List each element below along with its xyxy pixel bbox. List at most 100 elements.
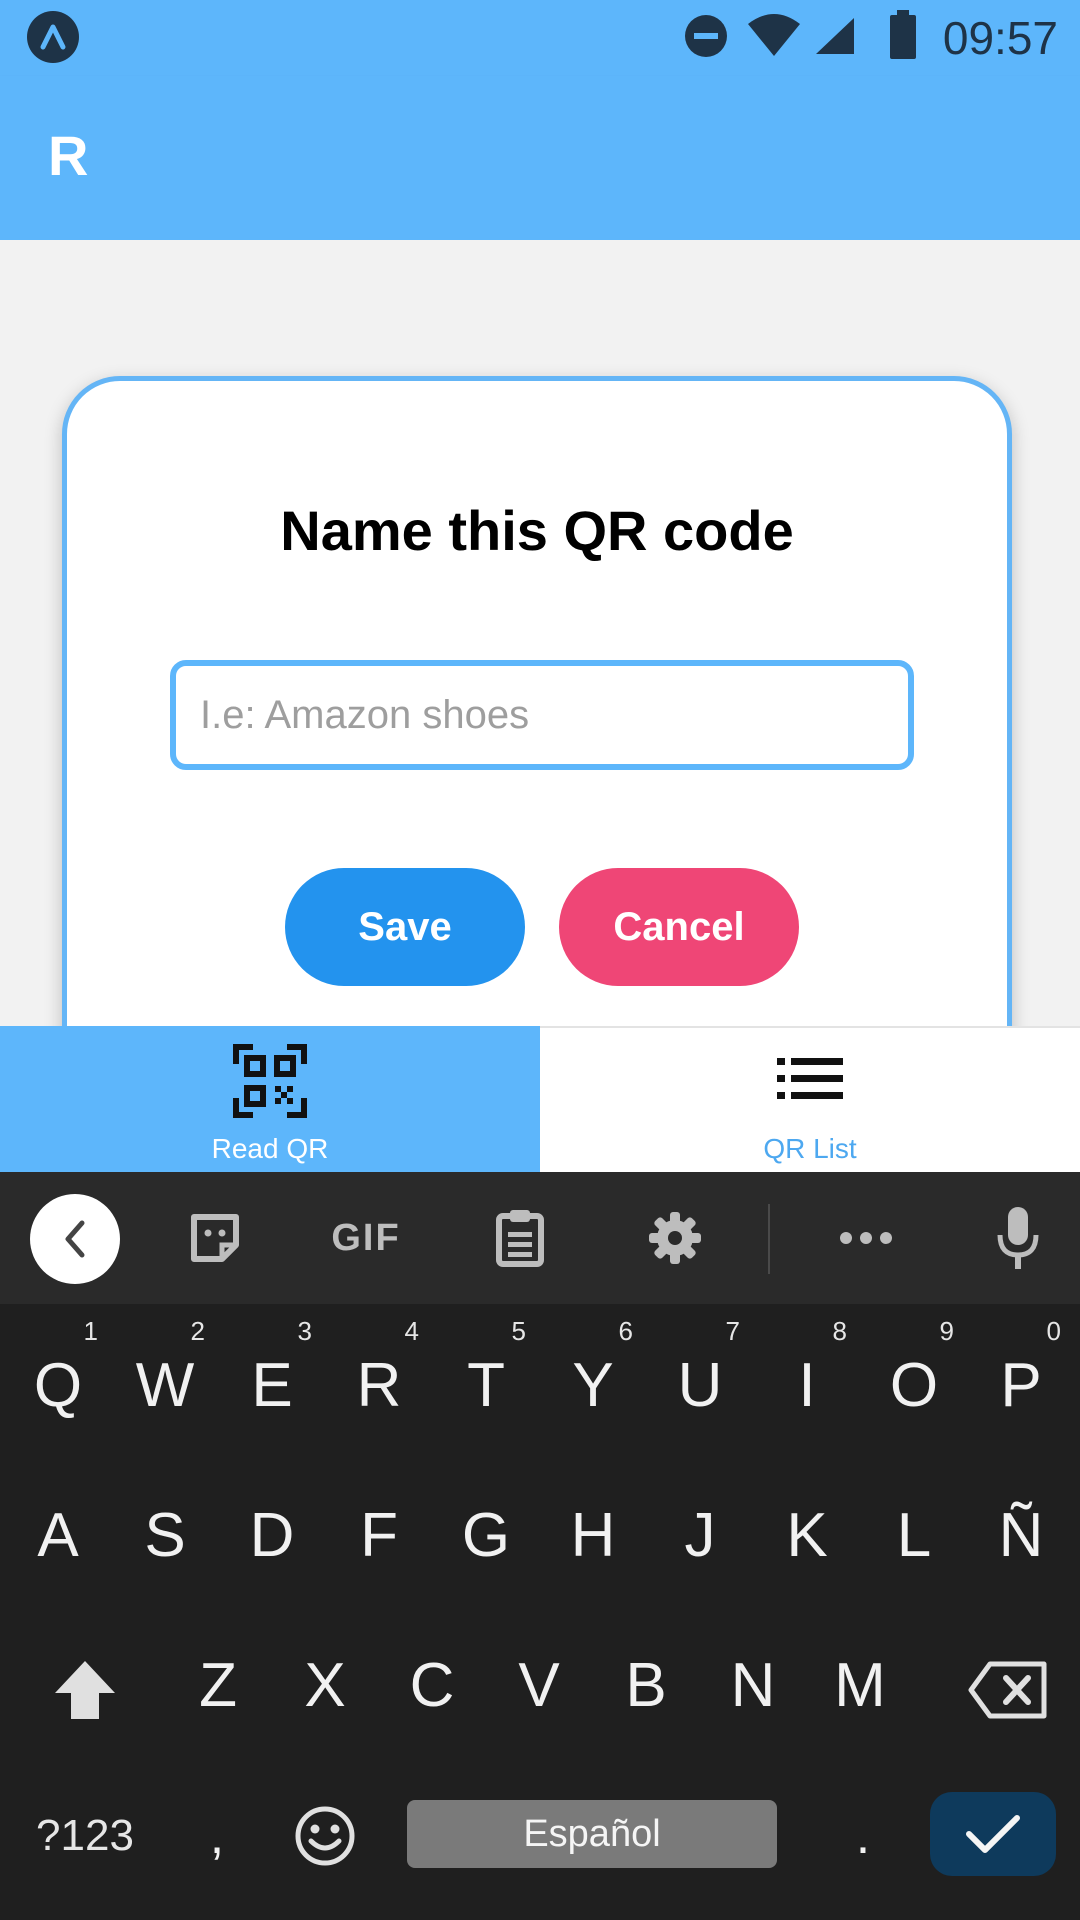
bottom-tab-bar: Read QR QR List [0, 1026, 1080, 1172]
dialog-title: Name this QR code [280, 499, 794, 562]
tab-read-qr-label: Read QR [211, 1133, 329, 1164]
tab-qr-list[interactable]: QR List [540, 1026, 1080, 1172]
voice-input-button[interactable] [990, 1198, 1046, 1278]
app-notification-icon [27, 11, 79, 63]
comma-key[interactable]: , [192, 1796, 242, 1876]
name-qr-dialog: Name this QR code Save Cancel [62, 376, 1012, 1086]
gif-label: GIF [331, 1216, 401, 1259]
chevron-left-icon [65, 1220, 85, 1258]
smiley-icon [295, 1806, 355, 1866]
key-a[interactable]: A [8, 1490, 108, 1580]
key-t[interactable]: T5 [436, 1316, 536, 1430]
wifi-icon [748, 14, 800, 56]
shift-key[interactable] [40, 1650, 130, 1730]
key-label: B [625, 1650, 667, 1720]
key-label: S [144, 1500, 186, 1570]
key-s[interactable]: S [115, 1490, 215, 1580]
key-x[interactable]: X [275, 1640, 375, 1730]
microphone-icon [997, 1207, 1039, 1269]
key-number-hint: 7 [725, 1316, 740, 1346]
key-number-hint: 8 [832, 1316, 847, 1346]
key-l[interactable]: L [864, 1490, 964, 1580]
key-w[interactable]: W2 [115, 1316, 215, 1430]
key-label: U [677, 1350, 723, 1420]
key-q[interactable]: Q1 [8, 1316, 108, 1430]
key-y[interactable]: Y6 [543, 1316, 643, 1430]
key-label: N [730, 1650, 776, 1720]
key-k[interactable]: K [757, 1490, 857, 1580]
signal-icon [816, 18, 854, 54]
cancel-button[interactable]: Cancel [559, 868, 799, 986]
key-label: F [360, 1500, 398, 1570]
key-label: M [834, 1650, 886, 1720]
key-d[interactable]: D [222, 1490, 322, 1580]
do-not-disturb-icon [685, 15, 727, 57]
key-label: L [896, 1500, 932, 1570]
key-u[interactable]: U7 [650, 1316, 750, 1430]
key-label: X [304, 1650, 346, 1720]
battery-icon [890, 10, 916, 59]
key-label: Ñ [998, 1500, 1044, 1570]
keyboard-back-button[interactable] [30, 1194, 120, 1284]
sticker-button[interactable] [180, 1198, 250, 1278]
key-label: A [37, 1500, 79, 1570]
key-label: T [467, 1350, 505, 1420]
key-label: W [135, 1350, 195, 1420]
key-m[interactable]: M [810, 1640, 910, 1730]
key-label: D [249, 1500, 295, 1570]
key-number-hint: 6 [618, 1316, 633, 1346]
key-f[interactable]: F [329, 1490, 429, 1580]
key-r[interactable]: R4 [329, 1316, 429, 1430]
more-options-button[interactable] [836, 1198, 896, 1278]
qr-code-icon [233, 1044, 307, 1118]
clipboard-icon [496, 1210, 544, 1267]
key-label: P [1000, 1350, 1042, 1420]
key-label: Q [33, 1350, 83, 1420]
tab-read-qr[interactable]: Read QR [0, 1026, 540, 1172]
key-label: I [798, 1350, 816, 1420]
period-key[interactable]: . [838, 1796, 888, 1876]
save-button[interactable]: Save [285, 868, 525, 986]
key-c[interactable]: C [382, 1640, 482, 1730]
tab-qr-list-label: QR List [763, 1133, 857, 1164]
key-e[interactable]: E3 [222, 1316, 322, 1430]
keyboard-toolbar: GIF [0, 1172, 1080, 1304]
key-ñ[interactable]: Ñ [971, 1490, 1071, 1580]
gif-button[interactable]: GIF [320, 1198, 412, 1278]
content-area: Name this QR code Save Cancel [0, 240, 1080, 1086]
enter-key[interactable] [930, 1792, 1056, 1876]
status-bar: 09:57 [0, 0, 1080, 76]
key-label: J [684, 1500, 716, 1570]
clipboard-button[interactable] [490, 1198, 550, 1278]
key-number-hint: 0 [1046, 1316, 1061, 1346]
key-h[interactable]: H [543, 1490, 643, 1580]
key-label: R [356, 1350, 402, 1420]
sticker-icon [191, 1214, 239, 1262]
key-number-hint: 1 [83, 1316, 98, 1346]
checkmark-icon [966, 1815, 1020, 1853]
list-icon [777, 1058, 843, 1099]
status-time: 09:57 [942, 12, 1058, 64]
key-j[interactable]: J [650, 1490, 750, 1580]
key-z[interactable]: Z [168, 1640, 268, 1730]
space-key[interactable]: Español [407, 1800, 777, 1868]
key-label: V [518, 1650, 560, 1720]
symbols-key[interactable]: ?123 [20, 1796, 150, 1876]
key-b[interactable]: B [596, 1640, 696, 1730]
key-o[interactable]: O9 [864, 1316, 964, 1430]
key-g[interactable]: G [436, 1490, 536, 1580]
shift-arrow-icon [55, 1661, 115, 1719]
key-label: E [251, 1350, 293, 1420]
key-p[interactable]: P0 [971, 1316, 1071, 1430]
qr-name-input[interactable] [170, 660, 914, 770]
backspace-key[interactable] [948, 1650, 1068, 1730]
key-v[interactable]: V [489, 1640, 589, 1730]
settings-button[interactable] [640, 1198, 710, 1278]
key-i[interactable]: I8 [757, 1316, 857, 1430]
more-dots-icon [840, 1232, 892, 1244]
key-n[interactable]: N [703, 1640, 803, 1730]
key-number-hint: 4 [404, 1316, 419, 1346]
key-label: Z [199, 1650, 237, 1720]
emoji-key[interactable] [290, 1796, 360, 1876]
key-number-hint: 2 [190, 1316, 205, 1346]
